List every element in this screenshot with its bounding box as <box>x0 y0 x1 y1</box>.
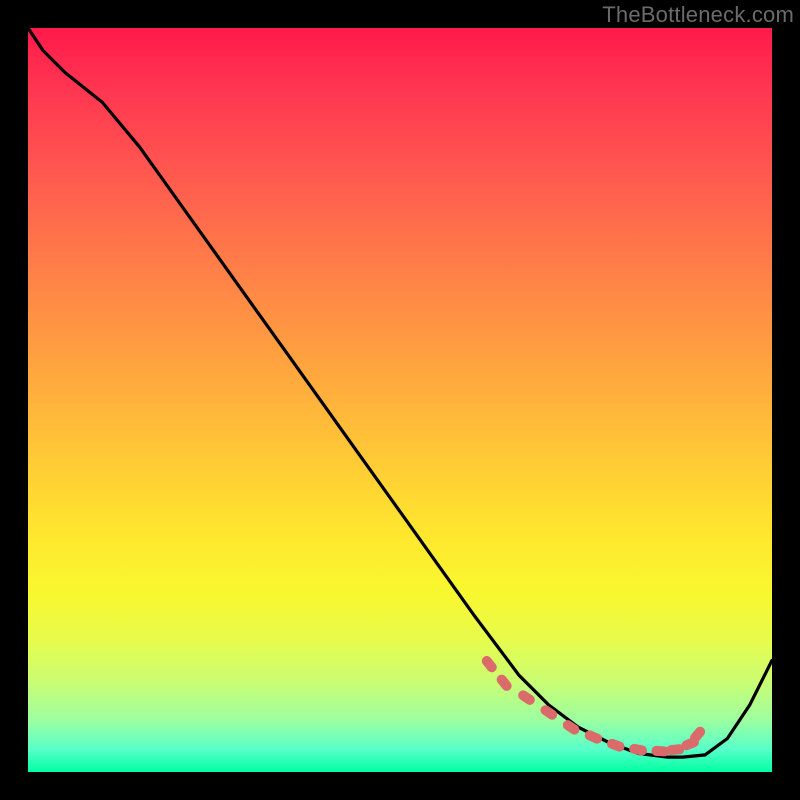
marker-dot <box>495 673 514 693</box>
watermark-label: TheBottleneck.com <box>602 2 794 28</box>
curve-layer <box>28 28 772 757</box>
chart-plot-area <box>28 28 772 772</box>
main-curve <box>28 28 772 757</box>
chart-svg <box>28 28 772 772</box>
marker-dot <box>606 737 626 753</box>
marker-dot <box>480 654 499 674</box>
marker-dot <box>628 743 648 756</box>
